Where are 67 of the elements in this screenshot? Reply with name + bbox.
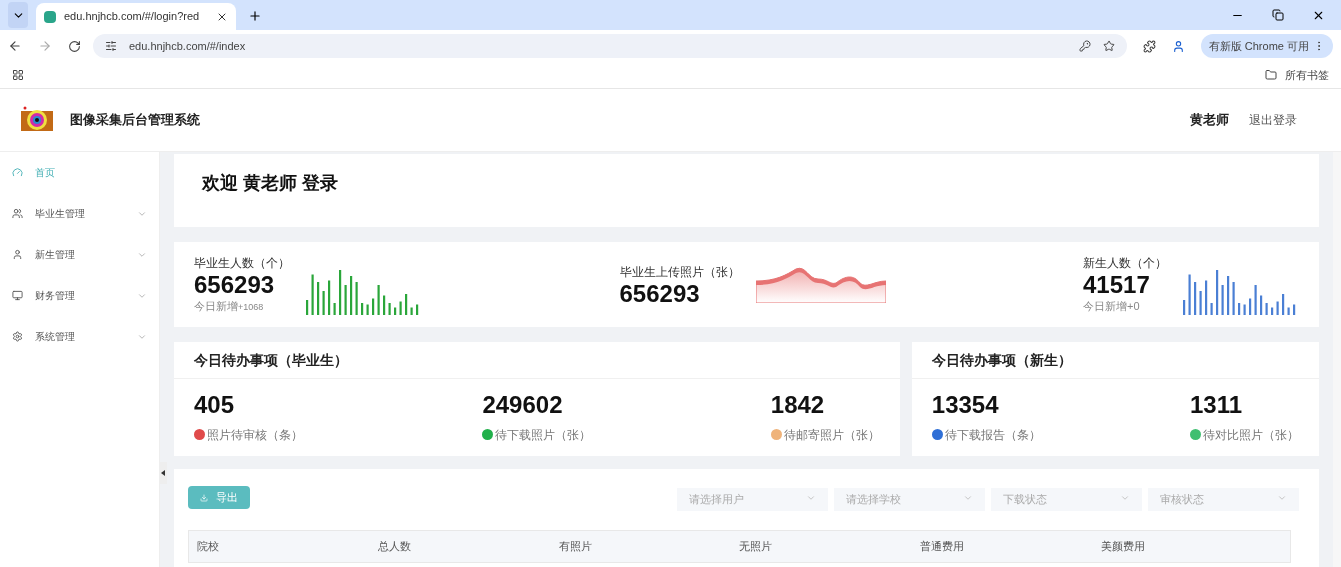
new-tab-icon[interactable]	[248, 9, 262, 23]
stat-value: 656293	[194, 272, 276, 299]
caret-icon	[161, 470, 165, 476]
stat-change: 今日新增+1068	[194, 299, 265, 315]
collapse-handle[interactable]	[159, 462, 167, 484]
stat-change: 今日新增+0	[1083, 299, 1141, 315]
todo-label: 照片待审核（条）	[207, 426, 303, 444]
todo-count: 405	[194, 391, 236, 418]
menu-item-icon	[12, 208, 23, 219]
profile-icon[interactable]	[1171, 39, 1185, 53]
bookmarks-label[interactable]: 所有书签	[1285, 66, 1329, 84]
todo-label: 待邮寄照片（张）	[783, 426, 880, 444]
favicon-icon	[44, 10, 56, 23]
card-title: 今日待办事项（毕业生）	[194, 350, 348, 370]
filter-select[interactable]: 下载状态	[991, 487, 1142, 511]
todo-count: 13354	[931, 391, 1000, 418]
todo-count: 249602	[482, 391, 564, 418]
extensions-icon[interactable]	[1142, 39, 1156, 53]
todo-label: 待对比照片（张）	[1203, 426, 1299, 444]
stat-label: 新生人数（个）	[1083, 255, 1167, 273]
download-icon	[200, 493, 208, 502]
stat-value: 656293	[619, 280, 701, 307]
menu-item-icon	[12, 290, 23, 301]
column-header: 有照片	[558, 539, 593, 555]
menu-item-icon	[12, 167, 23, 178]
chevron-icon	[1120, 493, 1130, 503]
stat-label: 毕业生人数（个）	[194, 255, 290, 273]
menu-item-icon	[12, 331, 23, 342]
todo-count: 1842	[770, 391, 826, 418]
chevron-icon	[806, 493, 816, 503]
filter-select[interactable]: 审核状态	[1148, 487, 1299, 511]
todo-count: 1311	[1190, 391, 1244, 418]
logout-link[interactable]: 退出登录	[1249, 111, 1297, 129]
todo-label: 待下载照片（张）	[495, 426, 592, 444]
app-title: 图像采集后台管理系统	[70, 111, 200, 130]
restore-icon[interactable]	[1272, 9, 1284, 21]
column-header: 无照片	[739, 539, 774, 555]
apps-icon[interactable]	[12, 69, 24, 81]
sidebar-item[interactable]: 毕业生管理	[0, 193, 159, 234]
reload-icon[interactable]	[68, 39, 81, 53]
back-icon[interactable]	[8, 39, 22, 53]
close-icon[interactable]	[1312, 9, 1325, 22]
folder-icon	[1265, 69, 1277, 81]
sidebar-item[interactable]: 财务管理	[0, 275, 159, 316]
key-icon[interactable]	[1078, 40, 1091, 52]
menu-item-icon	[12, 249, 23, 260]
sidebar-item[interactable]: 系统管理	[0, 316, 159, 357]
update-button[interactable]: 有新版 Chrome 可用	[1200, 34, 1333, 58]
welcome-heading: 欢迎 黄老师 登录	[202, 173, 338, 193]
stat-value: 41517	[1083, 272, 1151, 299]
todo-label: 待下载报告（条）	[944, 426, 1041, 444]
chevron-icon	[1277, 493, 1287, 503]
column-header: 普通费用	[920, 539, 966, 555]
stat-label: 毕业生上传照片（张）	[619, 263, 740, 281]
address-bar[interactable]: edu.hnjhcb.com/#/index	[93, 34, 1127, 58]
card-title: 今日待办事项（新生）	[931, 350, 1072, 370]
column-header: 美颜费用	[1101, 539, 1147, 555]
chevron-icon	[963, 493, 973, 503]
site-info-icon[interactable]	[105, 40, 117, 52]
column-header: 总人数	[377, 539, 412, 555]
filter-select[interactable]: 请选择学校	[834, 487, 985, 511]
filter-select[interactable]: 请选择用户	[677, 487, 828, 511]
sidebar-item[interactable]: 新生管理	[0, 234, 159, 275]
star-icon[interactable]	[1102, 40, 1115, 52]
column-header: 院校	[197, 539, 220, 555]
browser-tab[interactable]: edu.hnjhcb.com/#/login?red	[36, 3, 236, 30]
user-name: 黄老师	[1190, 111, 1229, 130]
